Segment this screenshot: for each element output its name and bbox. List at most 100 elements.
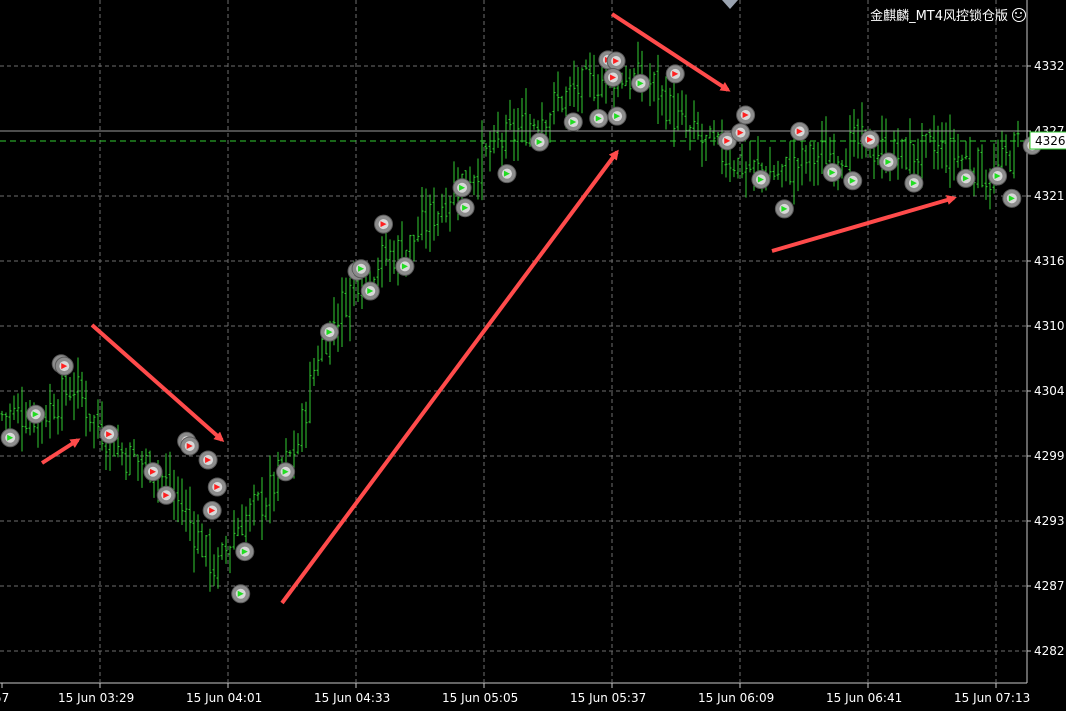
buy-marker-icon[interactable] <box>904 173 924 193</box>
sell-marker-icon[interactable] <box>54 356 74 376</box>
buy-marker-icon[interactable] <box>751 170 771 190</box>
candle <box>976 147 980 189</box>
buy-marker-icon[interactable] <box>1002 188 1022 208</box>
buy-marker-icon[interactable] <box>530 132 550 152</box>
price-tick-label: 4332 <box>1034 59 1065 73</box>
sell-marker-icon[interactable] <box>790 121 810 141</box>
buy-marker-icon[interactable] <box>878 152 898 172</box>
candle <box>196 514 200 554</box>
buy-marker-icon[interactable] <box>822 163 842 183</box>
candle <box>588 52 592 98</box>
buy-marker-icon[interactable] <box>563 112 583 132</box>
buy-marker-icon[interactable] <box>589 109 609 129</box>
smiley-face-icon[interactable] <box>1012 7 1026 22</box>
candle <box>520 98 524 143</box>
time-tick-label: 15 Jun 03:29 <box>58 691 134 705</box>
buy-marker-icon[interactable] <box>843 171 863 191</box>
candle <box>780 163 784 188</box>
candle <box>268 455 272 524</box>
buy-marker-icon[interactable] <box>231 584 251 604</box>
candle <box>264 497 268 521</box>
sell-marker-icon[interactable] <box>207 477 227 497</box>
candle <box>56 399 60 435</box>
buy-marker-icon[interactable] <box>276 462 296 482</box>
candle <box>896 128 900 180</box>
expert-advisor-label[interactable]: 金麒麟_MT4风控锁仓版 <box>870 5 1026 24</box>
candle <box>816 142 820 186</box>
candle <box>48 383 52 439</box>
candle <box>676 93 680 131</box>
price-tick-label: 4310 <box>1034 319 1065 333</box>
candle <box>800 139 804 186</box>
candle <box>568 76 572 106</box>
candle <box>472 174 476 196</box>
candle <box>948 114 952 188</box>
candle <box>80 371 84 407</box>
candle <box>964 141 968 160</box>
candle <box>732 160 736 178</box>
buy-marker-icon[interactable] <box>988 166 1008 186</box>
buy-marker-icon[interactable] <box>235 542 255 562</box>
sell-marker-icon[interactable] <box>198 450 218 470</box>
buy-marker-icon[interactable] <box>452 178 472 198</box>
buy-marker-icon[interactable] <box>26 404 46 424</box>
candle <box>76 357 80 409</box>
candle <box>492 124 496 154</box>
candle <box>748 141 752 173</box>
sell-marker-icon[interactable] <box>180 436 200 456</box>
candle <box>916 138 920 177</box>
buy-marker-icon[interactable] <box>351 259 371 279</box>
sell-marker-icon[interactable] <box>606 51 626 71</box>
buy-marker-icon[interactable] <box>774 199 794 219</box>
sell-marker-icon[interactable] <box>860 130 880 150</box>
candle <box>940 122 944 169</box>
candle <box>212 554 216 586</box>
ea-name: 金麒麟_MT4风控锁仓版 <box>870 9 1008 24</box>
candle <box>252 484 256 526</box>
buy-marker-icon[interactable] <box>956 168 976 188</box>
price-chart[interactable]: 4332432743214316431043044299429342874282… <box>0 0 1066 711</box>
buy-marker-icon[interactable] <box>360 281 380 301</box>
arrow-down-right-left <box>90 323 225 442</box>
candle <box>312 357 316 387</box>
candle <box>92 414 96 449</box>
buy-marker-icon[interactable] <box>395 256 415 276</box>
sell-marker-icon[interactable] <box>736 105 756 125</box>
time-tick-label: 15 Jun 06:41 <box>826 691 902 705</box>
candle <box>220 542 224 560</box>
sell-marker-icon[interactable] <box>665 64 685 84</box>
sell-marker-icon[interactable] <box>143 462 163 482</box>
candle <box>476 158 480 200</box>
buy-marker-icon[interactable] <box>455 198 475 218</box>
candle <box>380 236 384 288</box>
candle <box>356 277 360 302</box>
candle <box>804 145 808 174</box>
candle <box>308 361 312 424</box>
sell-marker-icon[interactable] <box>603 67 623 87</box>
candle <box>72 372 76 421</box>
chart-shift-triangle-icon[interactable] <box>722 0 738 9</box>
sell-marker-icon[interactable] <box>156 485 176 505</box>
sell-marker-icon[interactable] <box>374 214 394 234</box>
buy-marker-icon[interactable] <box>0 428 20 448</box>
candle <box>60 367 64 431</box>
buy-marker-icon[interactable] <box>319 322 339 342</box>
candle <box>1012 132 1016 179</box>
candle <box>956 133 960 168</box>
time-tick-label: 15 Jun 05:37 <box>570 691 646 705</box>
sell-marker-icon[interactable] <box>202 500 222 520</box>
candle <box>52 393 56 420</box>
candle <box>856 118 860 159</box>
candle <box>936 125 940 170</box>
candle <box>820 120 824 174</box>
buy-marker-icon[interactable] <box>607 106 627 126</box>
sell-marker-icon[interactable] <box>99 424 119 444</box>
candle <box>756 136 760 173</box>
buy-marker-icon[interactable] <box>497 164 517 184</box>
candle <box>668 87 672 125</box>
candle <box>664 76 668 130</box>
sell-marker-icon[interactable] <box>731 123 751 143</box>
candle <box>744 161 748 198</box>
buy-marker-icon[interactable] <box>631 73 651 93</box>
candle <box>692 100 696 140</box>
